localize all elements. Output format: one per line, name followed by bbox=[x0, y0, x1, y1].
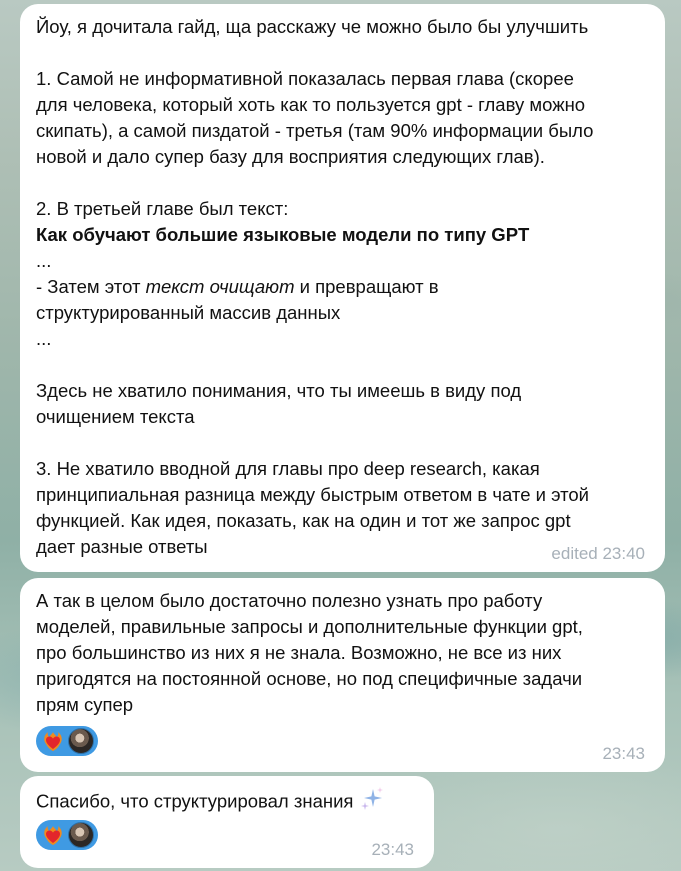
message-line: очищением текста bbox=[36, 406, 195, 427]
message-line: моделей, правильные запросы и дополнител… bbox=[36, 616, 583, 637]
bold-heading-line: Как обучают большие языковые модели по т… bbox=[36, 224, 530, 245]
message-text: Спасибо, что структурировал знания bbox=[36, 790, 354, 812]
heart-on-fire-icon bbox=[40, 728, 66, 754]
text-segment: - Затем этот bbox=[36, 276, 146, 297]
message-line: 2. В третьей главе был текст: bbox=[36, 198, 289, 219]
message-line: 1. Самой не информативной показалась пер… bbox=[36, 68, 574, 89]
message-line: прям супер bbox=[36, 694, 134, 715]
message-line: принципиальная разница между быстрым отв… bbox=[36, 484, 590, 505]
reaction-chip[interactable] bbox=[36, 820, 98, 850]
message-line: Йоу, я дочитала гайд, ща расскажу че мож… bbox=[36, 16, 589, 37]
message-line-with-italic: - Затем этот текст очищают и превращают … bbox=[36, 274, 649, 300]
message-line: А так в целом было достаточно полезно уз… bbox=[36, 590, 543, 611]
message-line: новой и дало супер базу для восприятия с… bbox=[36, 146, 545, 167]
message-line: скипать), а самой пиздатой - третья (там… bbox=[36, 120, 594, 141]
message-line: ... bbox=[36, 250, 52, 271]
message-timestamp: edited 23:40 bbox=[551, 544, 645, 563]
message-line: 3. Не хватило вводной для главы про deep… bbox=[36, 458, 540, 479]
message-timestamp: 23:43 bbox=[602, 744, 645, 763]
avatar bbox=[68, 728, 94, 754]
message-line: Здесь не хватило понимания, что ты имееш… bbox=[36, 380, 522, 401]
message-line: пригодятся на постоянной основе, но под … bbox=[36, 668, 583, 689]
message-line: Спасибо, что структурировал знания bbox=[36, 786, 418, 812]
message-bubble-3[interactable]: Спасибо, что структурировал знания 23:43 bbox=[20, 776, 434, 868]
message-line: структурированный массив данных bbox=[36, 302, 341, 323]
heart-on-fire-icon bbox=[40, 822, 66, 848]
reaction-chip[interactable] bbox=[36, 726, 98, 756]
avatar bbox=[68, 822, 94, 848]
message-line bbox=[36, 170, 649, 196]
sparkles-icon bbox=[359, 786, 385, 819]
message-bubble-2[interactable]: А так в целом было достаточно полезно уз… bbox=[20, 578, 665, 772]
message-line: функцией. Как идея, показать, как на оди… bbox=[36, 510, 571, 531]
message-line: про большинство из них я не знала. Возмо… bbox=[36, 642, 562, 663]
text-segment: и превращают в bbox=[294, 276, 439, 297]
message-line bbox=[36, 40, 649, 66]
message-line bbox=[36, 352, 649, 378]
message-line: для человека, который хоть как то пользу… bbox=[36, 94, 586, 115]
message-line: ... bbox=[36, 328, 52, 349]
italic-text: текст очищают bbox=[145, 276, 295, 297]
message-timestamp: 23:43 bbox=[371, 840, 414, 859]
message-bubble-1[interactable]: Йоу, я дочитала гайд, ща расскажу че мож… bbox=[20, 4, 665, 572]
message-line bbox=[36, 430, 649, 456]
